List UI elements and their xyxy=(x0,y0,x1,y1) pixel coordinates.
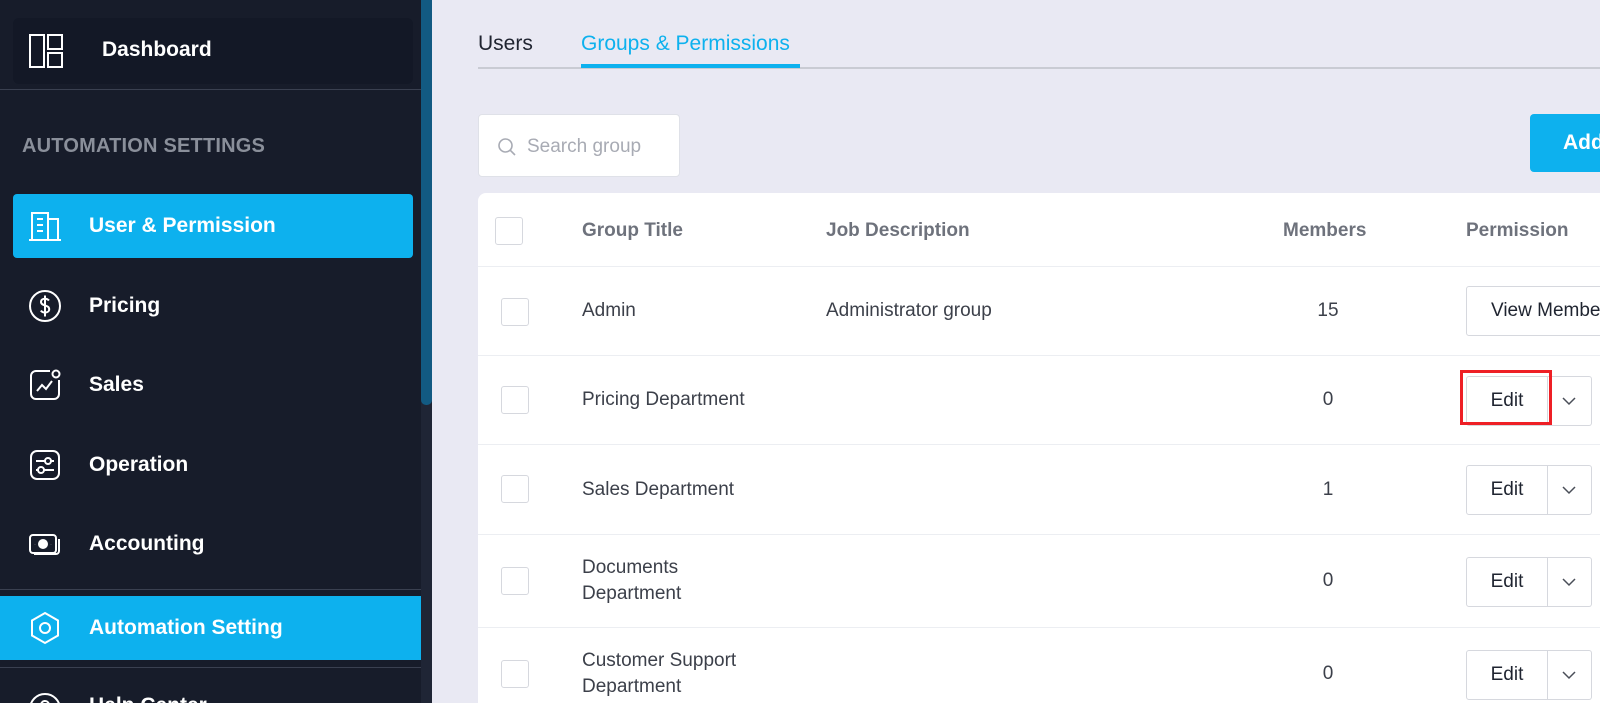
edit-button[interactable]: Edit xyxy=(1466,557,1548,607)
chevron-down-icon xyxy=(1562,671,1576,680)
active-tab-indicator xyxy=(581,64,800,68)
layout-grid-icon xyxy=(29,34,63,68)
sidebar-item-help-center[interactable]: Help Center xyxy=(0,680,421,703)
edit-dropdown-toggle[interactable] xyxy=(1548,557,1592,607)
select-all-checkbox[interactable] xyxy=(495,217,523,245)
edit-dropdown-toggle[interactable] xyxy=(1548,465,1592,515)
job-description: Administrator group xyxy=(826,300,992,321)
members-count: 1 xyxy=(1322,479,1334,500)
tab-bar: Users Groups & Permissions xyxy=(478,0,1600,69)
money-icon xyxy=(29,534,60,555)
members-count: 0 xyxy=(1322,663,1334,684)
sidebar-item-pricing[interactable]: Pricing xyxy=(13,274,413,338)
row-checkbox[interactable] xyxy=(501,567,529,595)
sidebar-item-label: Help Center xyxy=(89,694,207,703)
table-header-row: Group Title Job Description Members Perm… xyxy=(478,193,1600,267)
tab-users[interactable]: Users xyxy=(478,32,533,56)
column-header-permission: Permission xyxy=(1466,220,1569,241)
group-title: Sales Department xyxy=(582,479,735,500)
building-icon xyxy=(29,212,61,241)
table-row: Pricing Department 0 Edit xyxy=(478,356,1600,445)
sidebar-item-label: Accounting xyxy=(89,532,205,555)
table-row: Sales Department 1 Edit xyxy=(478,445,1600,535)
sidebar-item-sales[interactable]: Sales xyxy=(13,353,413,417)
chevron-down-icon xyxy=(1562,486,1576,495)
view-members-button[interactable]: View Members xyxy=(1466,286,1600,336)
members-count: 0 xyxy=(1322,570,1334,591)
group-title: Pricing Department xyxy=(582,389,745,410)
help-circle-icon xyxy=(30,693,60,703)
sidebar-item-label: Dashboard xyxy=(102,38,212,61)
table-row: Customer Support Department 0 Edit xyxy=(478,628,1600,703)
tab-groups-permissions[interactable]: Groups & Permissions xyxy=(581,32,790,56)
row-checkbox[interactable] xyxy=(501,475,529,503)
members-count: 0 xyxy=(1322,389,1334,410)
sidebar-scrollbar-thumb[interactable] xyxy=(421,0,432,405)
sidebar: Dashboard AUTOMATION SETTINGS User & Per… xyxy=(0,0,432,703)
search-group-box[interactable] xyxy=(478,114,680,177)
row-checkbox[interactable] xyxy=(501,660,529,688)
group-title: Admin xyxy=(582,300,636,321)
groups-table: Group Title Job Description Members Perm… xyxy=(478,193,1600,703)
sliders-icon xyxy=(30,450,60,480)
row-checkbox[interactable] xyxy=(501,386,529,414)
edit-button[interactable]: Edit xyxy=(1466,650,1548,700)
sidebar-item-label: Sales xyxy=(89,373,144,396)
sidebar-item-label: Operation xyxy=(89,453,189,476)
chevron-down-icon xyxy=(1562,397,1576,406)
column-header-members: Members xyxy=(1283,220,1367,241)
table-row: Admin Administrator group 15 View Member… xyxy=(478,267,1600,356)
members-count: 15 xyxy=(1317,300,1339,321)
dollar-circle-icon xyxy=(29,290,61,322)
chart-trend-icon xyxy=(30,369,61,400)
edit-dropdown-toggle[interactable] xyxy=(1548,650,1592,700)
sidebar-item-dashboard[interactable]: Dashboard xyxy=(13,18,413,84)
chevron-down-icon xyxy=(1562,578,1576,587)
sidebar-item-accounting[interactable]: Accounting xyxy=(13,512,413,576)
group-title: Customer Support Department xyxy=(582,650,737,697)
sidebar-divider xyxy=(0,589,421,590)
table-row: Documents Department 0 Edit xyxy=(478,535,1600,628)
highlight-box xyxy=(1460,370,1552,425)
edit-button[interactable]: Edit xyxy=(1466,465,1548,515)
hexagon-settings-icon xyxy=(31,611,59,645)
sidebar-divider xyxy=(0,667,421,668)
sidebar-item-automation-setting[interactable]: Automation Setting xyxy=(0,596,421,660)
search-icon xyxy=(498,138,516,156)
sidebar-item-label: Pricing xyxy=(89,294,161,317)
sidebar-divider xyxy=(0,89,421,90)
column-header-job-description: Job Description xyxy=(826,220,970,241)
edit-dropdown-toggle[interactable] xyxy=(1548,376,1592,426)
sidebar-item-label: Automation Setting xyxy=(89,616,283,639)
add-group-button[interactable]: Add xyxy=(1530,114,1600,172)
section-title: AUTOMATION SETTINGS xyxy=(22,135,266,157)
search-input[interactable] xyxy=(527,133,672,161)
sidebar-item-user-permission[interactable]: User & Permission xyxy=(13,194,413,258)
sidebar-item-label: User & Permission xyxy=(89,214,276,237)
group-title: Documents Department xyxy=(582,557,682,604)
row-checkbox[interactable] xyxy=(501,298,529,326)
column-header-group-title: Group Title xyxy=(582,220,683,241)
sidebar-item-operation[interactable]: Operation xyxy=(13,433,413,497)
